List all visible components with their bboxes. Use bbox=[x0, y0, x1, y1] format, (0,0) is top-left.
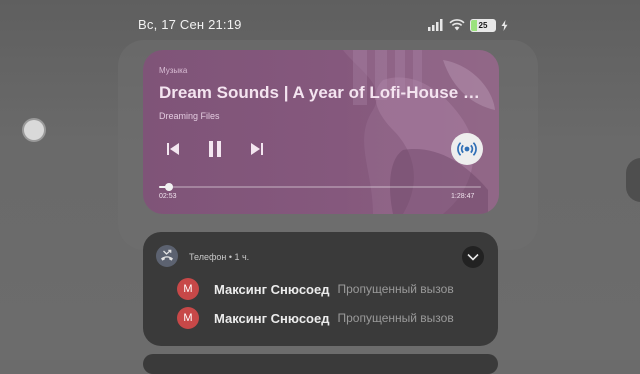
caller-name: Максинг Снюсоед bbox=[214, 281, 330, 297]
media-player-card[interactable]: Музыка Dream Sounds | A year of Lofi-Hou… bbox=[143, 50, 499, 214]
edge-panel-handle[interactable] bbox=[626, 158, 640, 202]
album-art-background bbox=[343, 50, 499, 214]
pause-button[interactable] bbox=[205, 139, 225, 159]
status-icons: 25 bbox=[428, 17, 508, 33]
expand-notification-button[interactable] bbox=[462, 246, 484, 268]
track-artist: Dreaming Files bbox=[159, 111, 220, 121]
playback-controls bbox=[163, 138, 267, 160]
notification-header: Телефон • 1 ч. bbox=[189, 252, 250, 262]
wifi-icon bbox=[449, 19, 465, 31]
avatar: М bbox=[177, 278, 199, 300]
playback-progress-bar[interactable] bbox=[159, 183, 481, 191]
track-title: Dream Sounds | A year of Lofi-House Mi..… bbox=[159, 83, 481, 102]
status-datetime: Вс, 17 Сен 21:19 bbox=[138, 17, 242, 32]
cast-button[interactable] bbox=[451, 133, 483, 165]
cast-icon bbox=[457, 142, 477, 156]
charging-bolt-icon bbox=[501, 19, 508, 31]
call-status: Пропущенный вызов bbox=[337, 311, 454, 325]
call-status: Пропущенный вызов bbox=[337, 282, 454, 296]
list-item[interactable]: М Максинг Снюсоед Пропущенный вызов bbox=[177, 307, 454, 329]
signal-icon bbox=[428, 19, 443, 31]
elapsed-time: 02:53 bbox=[159, 193, 177, 200]
missed-call-notification[interactable]: Телефон • 1 ч. М Максинг Снюсоед Пропуще… bbox=[143, 232, 498, 346]
pause-icon bbox=[209, 141, 221, 157]
list-item[interactable]: М Максинг Снюсоед Пропущенный вызов bbox=[177, 278, 454, 300]
media-source-app: Музыка bbox=[159, 66, 188, 75]
previous-track-icon bbox=[167, 143, 179, 155]
battery-icon: 25 bbox=[470, 18, 496, 32]
next-track-icon bbox=[251, 143, 263, 155]
missed-call-icon bbox=[161, 249, 173, 261]
caller-name: Максинг Снюсоед bbox=[214, 310, 330, 326]
floating-assistive-button[interactable] bbox=[24, 120, 44, 140]
total-duration: 1:28:47 bbox=[451, 193, 475, 200]
battery-level: 25 bbox=[478, 20, 488, 30]
previous-track-button[interactable] bbox=[163, 139, 183, 159]
chevron-down-icon bbox=[467, 253, 479, 261]
status-bar: Вс, 17 Сен 21:19 25 bbox=[0, 0, 640, 40]
next-track-button[interactable] bbox=[247, 139, 267, 159]
next-notification-card[interactable] bbox=[143, 354, 498, 374]
avatar: М bbox=[177, 307, 199, 329]
phone-app-icon bbox=[156, 245, 178, 267]
